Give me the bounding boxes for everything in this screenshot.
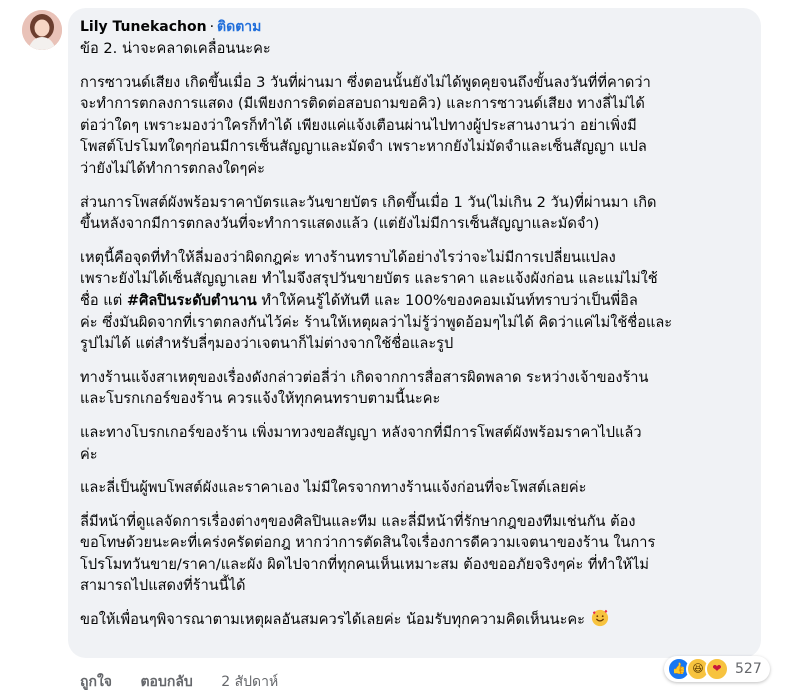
care-icon: ❤ <box>705 657 729 681</box>
author-name[interactable]: Lily Tunekachon <box>80 19 207 35</box>
line-text: ชื่อ แต่ <box>80 291 127 309</box>
paragraph-line: การซาวนด์เสียง เกิดขึ้นเมื่อ 3 วันที่ผ่า… <box>80 73 651 91</box>
avatar-photo-icon <box>22 10 62 50</box>
paragraph-line: ว่ายังไม่ได้ทำการตกลงใดๆค่ะ <box>80 159 265 177</box>
comment-title-line: ข้อ 2. น่าจะคลาดเคลื่อนนะคะ <box>80 40 271 57</box>
separator-dot: · <box>209 19 215 35</box>
paragraph-line: ต่อว่าใดๆ เพราะมองว่าใครก็ทำได้ เพียงแค่… <box>80 116 637 134</box>
paragraph-line: และทางโบรกเกอร์ของร้าน เพิ่งมาทวงขอสัญญา… <box>80 423 642 441</box>
paragraph-line: โพสต์โปรโมทใดๆก่อนมีการเซ็นสัญญาและมัดจำ… <box>80 138 647 156</box>
paragraph-line: ค่ะ ซึ่งมันผิดจากที่เราตกลงกันไว้ค่ะ ร้า… <box>80 313 673 331</box>
paragraph-line: เหตุนี้คือจุดที่ทำให้ลี่มองว่าผิดกฎค่ะ ท… <box>80 248 616 266</box>
comment-bubble: Lily Tunekachon · ติดตาม ข้อ 2. น่าจะคลาดเ… <box>68 8 761 658</box>
paragraph-line: โปรโมทวันขาย/ราคา/และผัง ผิดไปจากที่ทุกค… <box>80 555 650 573</box>
hashtag-link[interactable]: #ศิลปินระดับตำนาน <box>127 292 257 309</box>
paragraph-line: เพราะยังไม่ได้เซ็นสัญญาเลย ทำไมจึงสรุปวั… <box>80 270 658 288</box>
comment-paragraph-1: การซาวนด์เสียง เกิดขึ้นเมื่อ 3 วันที่ผ่า… <box>80 72 747 180</box>
paragraph-line: รูปไม่ได้ แต่สำหรับลี่ๆมองว่าเจตนาก็ไม่ต… <box>80 335 454 353</box>
reaction-summary[interactable]: 👍 😆 ❤ 527 <box>664 656 770 682</box>
paragraph-line: ทางร้านแจ้งสาเหตุของเรื่องดังกล่าวต่อลี่… <box>80 368 649 386</box>
paragraph-line: ส่วนการโพสต์ผังพร้อมราคาบัตรและวันขายบัต… <box>80 193 657 211</box>
reaction-count: 527 <box>735 661 762 677</box>
comment-paragraph-2: ส่วนการโพสต์ผังพร้อมราคาบัตรและวันขายบัต… <box>80 192 747 235</box>
smiling-face-with-hearts-icon <box>591 609 609 627</box>
comment-paragraph-3: เหตุนี้คือจุดที่ทำให้ลี่มองว่าผิดกฎค่ะ ท… <box>80 247 747 355</box>
comment-header: Lily Tunekachon · ติดตาม <box>80 18 747 37</box>
paragraph-line: และลี่เป็นผู้พบโพสต์ผังและราคาเอง ไม่มีใ… <box>80 479 587 497</box>
avatar[interactable] <box>22 10 62 50</box>
paragraph-line: ค่ะ <box>80 445 98 463</box>
paragraph-line: ลี่มีหน้าที่ดูแลจัดการเรื่องต่างๆของศิลป… <box>80 512 636 530</box>
comment-paragraph-5: และทางโบรกเกอร์ของร้าน เพิ่งมาทวงขอสัญญา… <box>80 422 747 465</box>
reply-action[interactable]: ตอบกลับ <box>140 674 192 690</box>
paragraph-line: จะทำการตกลงการแสดง (มีเพียงการติดต่อสอบถ… <box>80 95 645 113</box>
paragraph-line: ชื่อ แต่ #ศิลปินระดับตำนาน ทำให้คนรู้ได้… <box>80 290 747 312</box>
comment-paragraph-7: ลี่มีหน้าที่ดูแลจัดการเรื่องต่างๆของศิลป… <box>80 511 747 597</box>
comment-paragraph-4: ทางร้านแจ้งสาเหตุของเรื่องดังกล่าวต่อลี่… <box>80 367 747 410</box>
comment-timestamp[interactable]: 2 สัปดาห์ <box>221 674 278 690</box>
paragraph-line: ขึ้นหลังจากมีการตกลงวันที่จะทำการแสดงแล้… <box>80 215 600 233</box>
like-action[interactable]: ถูกใจ <box>80 674 112 690</box>
follow-link[interactable]: ติดตาม <box>217 19 261 35</box>
line-text: ทำให้คนรู้ได้ทันที และ 100%ของคอมเม้นท์ท… <box>256 291 638 309</box>
paragraph-line: สามารถไปแสดงที่ร้านนี้ได้ <box>80 577 246 595</box>
line-text: ขอให้เพื่อนๆพิจารณาตามเหตุผลอันสมควรได้เ… <box>80 611 586 629</box>
paragraph-line: และโบรกเกอร์ของร้าน ควรแจ้งให้ทุกคนทราบต… <box>80 390 441 408</box>
comment-paragraph-8: ขอให้เพื่อนๆพิจารณาตามเหตุผลอันสมควรได้เ… <box>80 609 747 631</box>
comment-actions: ถูกใจ ตอบกลับ 2 สัปดาห์ <box>80 671 302 693</box>
paragraph-line: ขอโทษด้วยนะคะที่เคร่งครัดต่อกฎ หากว่าการ… <box>80 534 656 552</box>
paragraph-line: ขอให้เพื่อนๆพิจารณาตามเหตุผลอันสมควรได้เ… <box>80 609 747 631</box>
comment-paragraph-6: และลี่เป็นผู้พบโพสต์ผังและราคาเอง ไม่มีใ… <box>80 477 747 499</box>
